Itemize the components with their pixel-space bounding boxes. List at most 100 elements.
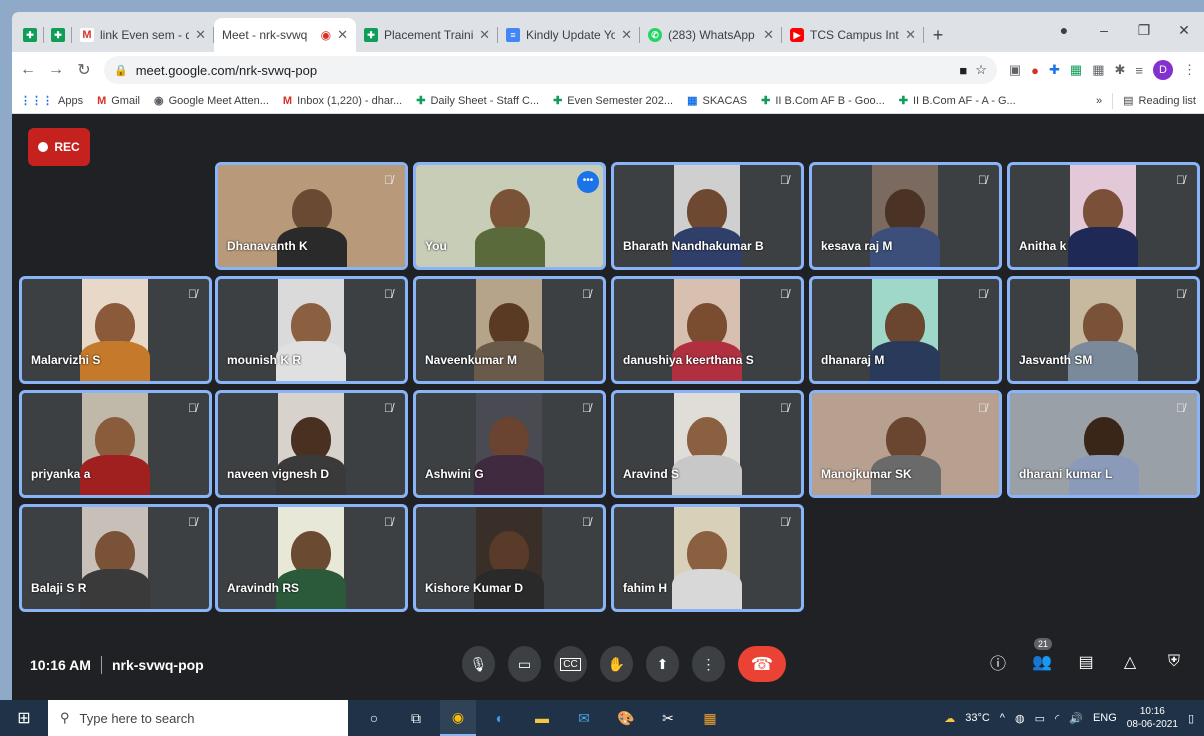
more-options-button[interactable]: ⋮ [692, 646, 725, 682]
microphone-button[interactable]: 🎙 [462, 646, 495, 682]
weather-temp[interactable]: 33°C [965, 712, 990, 724]
participant-tile[interactable]: Ashwini G 🎙̸ [413, 390, 606, 498]
extension-icon[interactable]: ✚ [1049, 62, 1060, 78]
task-view-button[interactable]: ⧉ [398, 700, 434, 736]
close-tab-icon[interactable]: ✕ [621, 27, 632, 43]
taskbar-clock[interactable]: 10:16 08-06-2021 [1127, 705, 1178, 731]
bookmark-6[interactable]: ▦ SKACAS [687, 94, 747, 108]
address-bar[interactable]: 🔒 meet.google.com/nrk-svwq-pop ■ ☆ [104, 56, 997, 84]
people-button[interactable]: 21 👥 [1030, 638, 1054, 672]
bookmark-star-icon[interactable]: ☆ [975, 62, 987, 78]
tab-2[interactable]: Mlink Even sem - dhar ✕ [72, 18, 214, 52]
host-controls-button[interactable]: ⛨ [1162, 653, 1186, 671]
bookmark-4[interactable]: ✚ Daily Sheet - Staff C... [416, 94, 539, 108]
tab-6[interactable]: ✆ (283) WhatsApp ✕ [640, 18, 782, 52]
cast-icon[interactable]: ▣ [1009, 62, 1021, 78]
tab-5[interactable]: ≡ Kindly Update Your ✕ [498, 18, 640, 52]
participant-tile[interactable]: fahim H 🎙̸ [611, 504, 804, 612]
bookmark-0[interactable]: ⋮⋮⋮ Apps [20, 94, 83, 108]
taskbar-snip[interactable]: ✂ [650, 700, 686, 736]
close-tab-icon[interactable]: ✕ [337, 27, 348, 43]
participant-tile[interactable]: Dhanavanth K 🎙̸ [215, 162, 408, 270]
tile-options-icon[interactable]: ••• [577, 171, 599, 193]
close-window-button[interactable]: ✕ [1164, 22, 1204, 39]
taskbar-paint[interactable]: 🎨 [608, 700, 644, 736]
participant-tile[interactable]: Bharath Nandhakumar B 🎙̸ [611, 162, 804, 270]
grid-extension-icon[interactable]: ▦ [1092, 62, 1104, 78]
taskbar-store[interactable]: ▦ [692, 700, 728, 736]
minimize-button[interactable]: – [1084, 22, 1124, 38]
bookmark-7[interactable]: ✚ II B.Com AF B - Goo... [761, 94, 885, 108]
media-icon[interactable]: ≡ [1135, 63, 1143, 78]
bookmark-8[interactable]: ✚ II B.Com AF - A - G... [899, 94, 1016, 108]
wifi-icon[interactable]: ◜ [1055, 712, 1059, 725]
back-button[interactable]: ← [20, 61, 36, 79]
participant-tile[interactable]: Kishore Kumar D 🎙̸ [413, 504, 606, 612]
tab-0[interactable]: ✚ [16, 18, 44, 52]
reload-button[interactable]: ↻ [76, 60, 92, 80]
taskbar-file-explorer[interactable]: ▬ [524, 700, 560, 736]
leave-call-button[interactable]: ☎ [738, 646, 786, 682]
taskbar-search[interactable]: ⚲ Type here to search [48, 700, 348, 736]
close-tab-icon[interactable]: ✕ [905, 27, 916, 43]
participant-tile[interactable]: Malarvizhi S 🎙̸ [19, 276, 212, 384]
participant-tile[interactable]: Manojkumar SK 🎙̸ [809, 390, 1002, 498]
more-bookmarks-button[interactable]: » [1096, 95, 1102, 107]
reading-list-button[interactable]: ▤ Reading list [1123, 94, 1196, 108]
participant-tile[interactable]: priyanka a 🎙̸ [19, 390, 212, 498]
taskbar-mail[interactable]: ✉ [566, 700, 602, 736]
tab-4[interactable]: ✚ Placement Training ✕ [356, 18, 498, 52]
participant-tile[interactable]: Aravindh RS 🎙̸ [215, 504, 408, 612]
participant-tile[interactable]: kesava raj M 🎙̸ [809, 162, 1002, 270]
restore-button[interactable]: ❐ [1124, 22, 1164, 39]
chrome-menu-icon[interactable]: ● [1044, 22, 1084, 38]
chat-button[interactable]: ▤ [1074, 652, 1098, 672]
meet-tray-icon[interactable]: ◍ [1015, 712, 1025, 725]
participant-tile[interactable]: Aravind S 🎙̸ [611, 390, 804, 498]
participant-tile[interactable]: naveen vignesh D 🎙̸ [215, 390, 408, 498]
close-tab-icon[interactable]: ✕ [195, 27, 206, 43]
kebab-menu-icon[interactable]: ⋮ [1183, 62, 1196, 78]
raise-hand-button[interactable]: ✋ [600, 646, 633, 682]
show-hidden-icons-button[interactable]: ^ [1000, 712, 1005, 724]
bookmark-5[interactable]: ✚ Even Semester 202... [553, 94, 673, 108]
participant-tile[interactable]: danushiya keerthana S 🎙̸ [611, 276, 804, 384]
network-icon[interactable]: ▭ [1035, 712, 1045, 725]
bookmark-3[interactable]: M Inbox (1,220) - dhar... [283, 95, 402, 107]
profile-avatar[interactable]: D [1153, 60, 1173, 80]
tab-1[interactable]: ✚ [44, 18, 72, 52]
tab-7[interactable]: ▶ TCS Campus Intervie ✕ [782, 18, 924, 52]
participant-tile[interactable]: You ••• [413, 162, 606, 270]
captions-button[interactable]: CC [554, 646, 587, 682]
participant-tile[interactable]: dhanaraj M 🎙̸ [809, 276, 1002, 384]
tab-3[interactable]: ▶Meet - nrk-svwq◉✕ [214, 18, 356, 52]
cortana-button[interactable]: ○ [356, 700, 392, 736]
new-tab-button[interactable]: + [924, 18, 952, 52]
tab-title: TCS Campus Intervie [810, 28, 899, 42]
close-tab-icon[interactable]: ✕ [763, 27, 774, 43]
forward-button[interactable]: → [48, 61, 64, 79]
participant-tile[interactable]: Jasvanth SM 🎙̸ [1007, 276, 1200, 384]
start-button[interactable]: ⊞ [0, 700, 48, 736]
sheets-extension-icon[interactable]: ▦ [1070, 62, 1082, 78]
puzzle-icon[interactable]: ✱ [1115, 62, 1126, 78]
participant-tile[interactable]: dharani kumar L 🎙̸ [1007, 390, 1200, 498]
camera-button[interactable]: ▭ [508, 646, 541, 682]
taskbar-edge[interactable]: ◐ [482, 700, 518, 736]
notifications-icon[interactable]: ▯ [1188, 712, 1194, 725]
present-button[interactable]: ⬆ [646, 646, 679, 682]
bookmark-1[interactable]: M Gmail [97, 95, 140, 107]
close-tab-icon[interactable]: ✕ [479, 27, 490, 43]
participant-tile[interactable]: Balaji S R 🎙̸ [19, 504, 212, 612]
meeting-details-button[interactable]: ⓘ [986, 650, 1010, 674]
volume-icon[interactable]: 🔊 [1069, 712, 1083, 725]
participant-tile[interactable]: Anitha k 🎙̸ [1007, 162, 1200, 270]
extension-icon[interactable]: ● [1031, 63, 1039, 78]
activities-button[interactable]: △ [1118, 652, 1142, 672]
participant-tile[interactable]: Naveenkumar M 🎙̸ [413, 276, 606, 384]
participant-tile[interactable]: mounish K R 🎙̸ [215, 276, 408, 384]
taskbar-chrome[interactable]: ◉ [440, 700, 476, 736]
camera-in-use-icon[interactable]: ■ [959, 63, 967, 78]
bookmark-2[interactable]: ◉ Google Meet Atten... [154, 94, 269, 108]
language-indicator[interactable]: ENG [1093, 712, 1117, 724]
